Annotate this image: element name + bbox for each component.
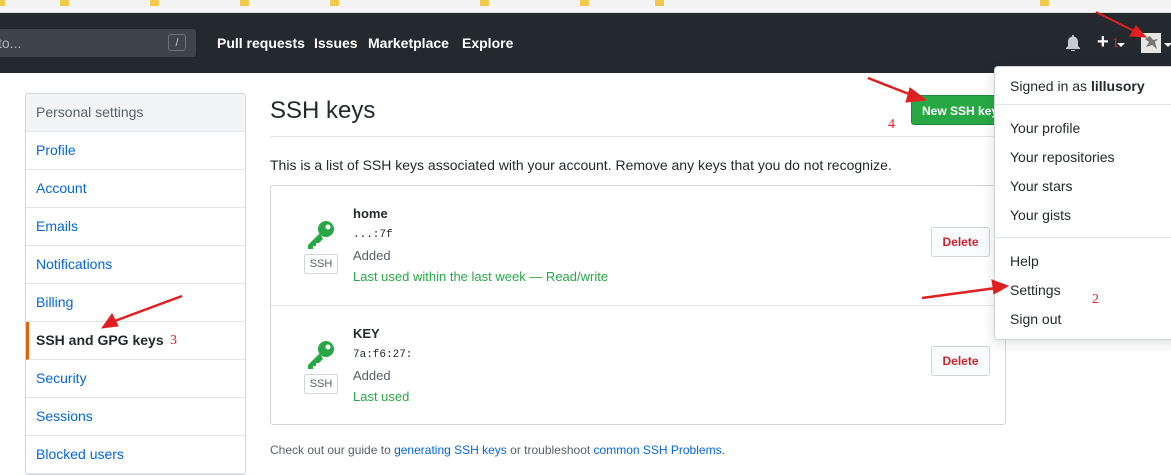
annotation-step-4: 4 (888, 117, 895, 132)
annotation-arrowhead (100, 313, 119, 329)
annotation-arrowhead (1129, 25, 1148, 38)
annotation-step-1: 1 (1112, 36, 1119, 51)
annotation-step-2: 2 (1092, 292, 1099, 307)
annotation-arrowhead (991, 279, 1010, 295)
annotation-arrowhead (905, 87, 928, 103)
annotation-arrow (921, 286, 997, 300)
annotation-step-3: 3 (170, 333, 177, 348)
annotation-arrow (111, 294, 183, 324)
annotation-arrow (867, 76, 915, 98)
annotation-arrows (100, 11, 1148, 329)
